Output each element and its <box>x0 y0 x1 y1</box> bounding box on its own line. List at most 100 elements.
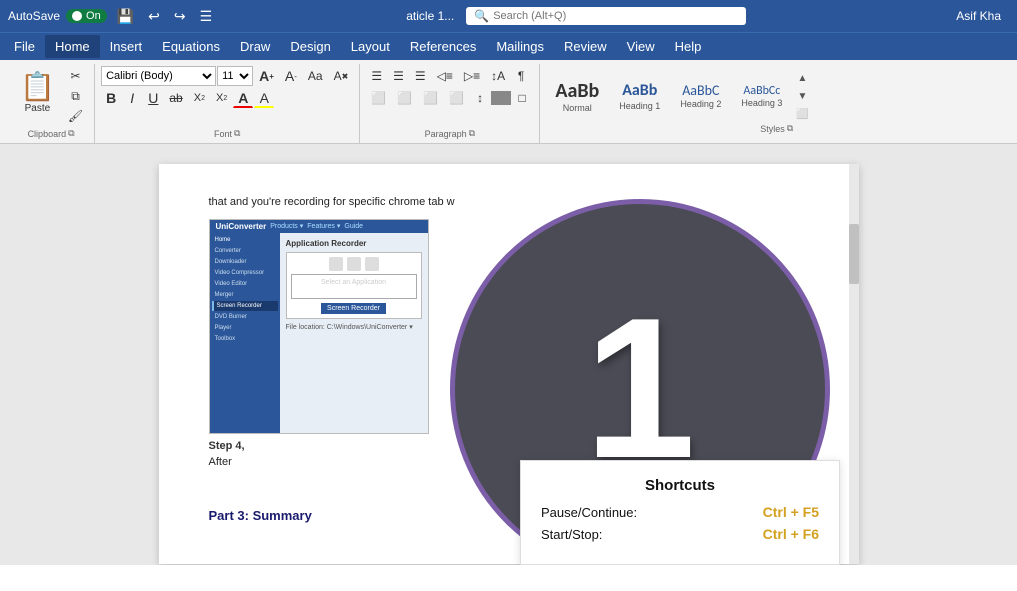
menu-file[interactable]: File <box>4 35 45 58</box>
align-left-button[interactable]: ⬜ <box>366 88 391 108</box>
font-shrink-button[interactable]: A- <box>280 66 302 86</box>
borders-button[interactable]: □ <box>512 88 532 108</box>
style-heading3[interactable]: AaBbCc Heading 3 <box>732 79 791 113</box>
filename-label: aticle 1... <box>406 9 454 23</box>
nav-player: Player <box>212 323 278 333</box>
save-icon[interactable]: 💾 <box>113 6 138 27</box>
copy-button[interactable]: ⧉ <box>63 86 88 106</box>
paste-button[interactable]: 📋 Paste <box>14 66 61 118</box>
font-color-button[interactable]: A <box>233 88 253 108</box>
ribbon-group-clipboard: 📋 Paste ✂ ⧉ 🖌 Clipboard ⧉ <box>8 64 95 143</box>
nav-home: Home <box>212 235 278 245</box>
scrollbar-thumb[interactable] <box>849 224 859 284</box>
app-body: Home Converter Downloader Video Compress… <box>210 233 428 433</box>
decrease-indent-button[interactable]: ◁≡ <box>432 66 458 86</box>
styles-scroll-down[interactable]: ▼ <box>795 89 809 103</box>
style-h2-preview: AaBbC <box>682 83 719 100</box>
embedded-screenshot: UniConverter Products ▾ Features ▾ Guide… <box>209 219 429 434</box>
font-grow-button[interactable]: A+ <box>254 66 279 86</box>
menu-help[interactable]: Help <box>665 35 712 58</box>
superscript-button[interactable]: X2 <box>211 88 232 108</box>
highlight-color-button[interactable]: A <box>254 88 274 108</box>
strikethrough-button[interactable]: ab <box>164 88 187 108</box>
menu-equations[interactable]: Equations <box>152 35 230 58</box>
menu-view[interactable]: View <box>617 35 665 58</box>
clipboard-expand-icon[interactable]: ⧉ <box>68 128 74 139</box>
bold-button[interactable]: B <box>101 88 121 108</box>
font-label: Font ⧉ <box>101 126 353 141</box>
shortcuts-panel: Shortcuts Pause/Continue: Ctrl + F5 Star… <box>520 460 840 565</box>
app-main: Application Recorder Select an Applicati… <box>280 233 428 433</box>
styles-expand-icon[interactable]: ⧉ <box>787 123 793 134</box>
style-heading2[interactable]: AaBbC Heading 2 <box>671 78 730 115</box>
subscript-button[interactable]: X2 <box>189 88 210 108</box>
style-heading1[interactable]: AaBb Heading 1 <box>610 76 669 115</box>
multilevel-button[interactable]: ☰ <box>410 66 431 86</box>
search-box[interactable]: 🔍 <box>466 7 746 25</box>
ribbon-group-styles: AaBb Normal AaBb Heading 1 AaBbC Heading… <box>540 64 1009 143</box>
style-h1-label: Heading 1 <box>619 101 660 111</box>
styles-expand[interactable]: ⬜ <box>795 107 809 121</box>
doc-scrollbar[interactable] <box>849 164 859 564</box>
italic-button[interactable]: I <box>122 88 142 108</box>
menu-mailings[interactable]: Mailings <box>486 35 554 58</box>
numbering-button[interactable]: ☰ <box>388 66 409 86</box>
menu-layout[interactable]: Layout <box>341 35 400 58</box>
menu-draw[interactable]: Draw <box>230 35 280 58</box>
menu-design[interactable]: Design <box>280 35 340 58</box>
clipboard-small-buttons: ✂ ⧉ 🖌 <box>63 66 88 126</box>
show-formatting-button[interactable]: ¶ <box>511 66 531 86</box>
toggle-dot <box>72 11 82 21</box>
undo-icon[interactable]: ↩ <box>144 6 164 27</box>
line-spacing-button[interactable]: ↕ <box>470 88 490 108</box>
font-content: Calibri (Body) 11 A+ A- Aa A✖ B I U ab X… <box>101 66 353 126</box>
bullets-button[interactable]: ☰ <box>366 66 387 86</box>
clipboard-label: Clipboard ⧉ <box>14 126 88 141</box>
menu-references[interactable]: References <box>400 35 486 58</box>
style-normal[interactable]: AaBb Normal <box>546 74 608 118</box>
paragraph-expand-icon[interactable]: ⧉ <box>469 128 475 139</box>
justify-button[interactable]: ⬜ <box>444 88 469 108</box>
user-label: Asif Kha <box>956 9 1009 23</box>
autosave-toggle[interactable]: On <box>66 9 107 23</box>
menu-review[interactable]: Review <box>554 35 617 58</box>
para-content: ☰ ☰ ☰ ◁≡ ▷≡ ↕A ¶ ⬜ ⬜ ⬜ ⬜ ↕ □ <box>366 66 533 126</box>
app-nav-guide: Guide <box>344 223 363 230</box>
shortcuts-title: Shortcuts <box>541 477 819 494</box>
app-nav-products: Products ▾ <box>270 222 303 230</box>
recorder-icons <box>291 257 417 271</box>
shortcut-pause-row: Pause/Continue: Ctrl + F5 <box>541 504 819 520</box>
style-normal-preview: AaBb <box>555 79 599 103</box>
font-family-select[interactable]: Calibri (Body) <box>101 66 216 86</box>
align-center-button[interactable]: ⬜ <box>392 88 417 108</box>
change-case-button[interactable]: Aa <box>303 66 328 86</box>
shortcut-pause-key: Ctrl + F5 <box>763 504 819 520</box>
style-h3-label: Heading 3 <box>741 98 782 108</box>
styles-content: AaBb Normal AaBb Heading 1 AaBbC Heading… <box>546 71 1003 136</box>
align-right-button[interactable]: ⬜ <box>418 88 443 108</box>
shading-button[interactable] <box>491 91 511 105</box>
format-painter-button[interactable]: 🖌 <box>63 106 88 126</box>
menu-icon[interactable]: ☰ <box>196 6 217 27</box>
menu-home[interactable]: Home <box>45 35 100 58</box>
nav-dvd-burner: DVD Burner <box>212 312 278 322</box>
menu-bar: File Home Insert Equations Draw Design L… <box>0 32 1017 60</box>
font-row2: B I U ab X2 X2 A A <box>101 88 274 108</box>
underline-button[interactable]: U <box>143 88 163 108</box>
cut-button[interactable]: ✂ <box>63 66 88 86</box>
style-h3-preview: AaBbCc <box>743 84 780 98</box>
menu-insert[interactable]: Insert <box>100 35 153 58</box>
styles-scroll-up[interactable]: ▲ <box>795 71 809 85</box>
sort-button[interactable]: ↕A <box>486 66 510 86</box>
font-size-select[interactable]: 11 <box>217 66 253 86</box>
style-normal-label: Normal <box>563 103 592 113</box>
redo-icon[interactable]: ↪ <box>170 6 190 27</box>
clear-format-button[interactable]: A✖ <box>329 66 354 86</box>
paste-icon: 📋 <box>20 70 55 103</box>
font-expand-icon[interactable]: ⧉ <box>234 128 240 139</box>
increase-indent-button[interactable]: ▷≡ <box>459 66 485 86</box>
ribbon-group-font: Calibri (Body) 11 A+ A- Aa A✖ B I U ab X… <box>95 64 360 143</box>
search-input[interactable] <box>493 10 713 22</box>
screen-recorder-btn: Screen Recorder <box>321 303 386 314</box>
app-recorder-title: Application Recorder <box>286 239 422 248</box>
